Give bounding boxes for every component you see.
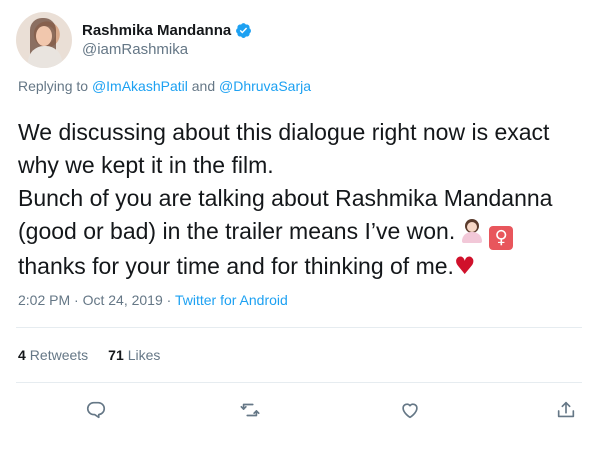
female-sign-emoji: ♀ (489, 226, 514, 250)
display-name[interactable]: Rashmika Mandanna (82, 22, 231, 39)
meta-separator: · (74, 292, 79, 308)
tweet-meta: 2:02 PM · Oct 24, 2019 · Twitter for And… (18, 292, 288, 308)
action-bar (16, 396, 582, 424)
tweet-text: We discussing about this dialogue right … (18, 116, 600, 283)
replying-prefix: Replying to (18, 78, 89, 94)
tweet-date[interactable]: Oct 24, 2019 (83, 292, 163, 308)
divider-top (16, 327, 582, 328)
tweet-source-link[interactable]: Twitter for Android (175, 292, 288, 308)
divider-bottom (16, 382, 582, 383)
likes-label: Likes (127, 347, 161, 363)
mention-link-2[interactable]: @DhruvaSarja (219, 78, 311, 94)
replying-conjunction: and (191, 78, 216, 94)
user-handle[interactable]: @iamRashmika (82, 41, 252, 58)
author-info: Rashmika Mandanna @iamRashmika (82, 22, 252, 58)
retweets-stat[interactable]: 4 Retweets (18, 347, 88, 363)
meta-separator-2: · (166, 292, 172, 308)
tweet-stats: 4 Retweets 71 Likes (18, 347, 180, 363)
tweet-card: Rashmika Mandanna @iamRashmika Replying … (0, 0, 600, 450)
like-icon[interactable] (396, 396, 424, 424)
retweets-count: 4 (18, 347, 26, 363)
person-shrugging-emoji (461, 219, 483, 243)
retweet-icon[interactable] (236, 396, 264, 424)
tweet-header: Rashmika Mandanna @iamRashmika (16, 12, 252, 68)
tweet-line-3: Bunch of you are talking about Rashmika … (18, 185, 553, 211)
share-icon[interactable] (552, 396, 580, 424)
tweet-line-2: why we kept it in the film. (18, 152, 274, 178)
verified-badge-icon (235, 22, 252, 39)
red-heart-emoji: ♥ (453, 252, 476, 280)
tweet-line-4: (good or bad) in the trailer means I’ve … (18, 218, 456, 244)
tweet-line-5: thanks for your time and for thinking of… (18, 253, 454, 279)
tweet-line-4-wrap: (good or bad) in the trailer means I’ve … (18, 215, 600, 250)
likes-stat[interactable]: 71 Likes (108, 347, 160, 363)
likes-count: 71 (108, 347, 124, 363)
mention-link-1[interactable]: @ImAkashPatil (92, 78, 188, 94)
reply-icon[interactable] (82, 396, 110, 424)
replying-to: Replying to @ImAkashPatil and @DhruvaSar… (18, 78, 311, 94)
retweets-label: Retweets (29, 347, 89, 363)
avatar[interactable] (16, 12, 72, 68)
tweet-time[interactable]: 2:02 PM (18, 292, 70, 308)
tweet-line-5-wrap: thanks for your time and for thinking of… (18, 250, 600, 283)
tweet-line-1: We discussing about this dialogue right … (18, 119, 550, 145)
